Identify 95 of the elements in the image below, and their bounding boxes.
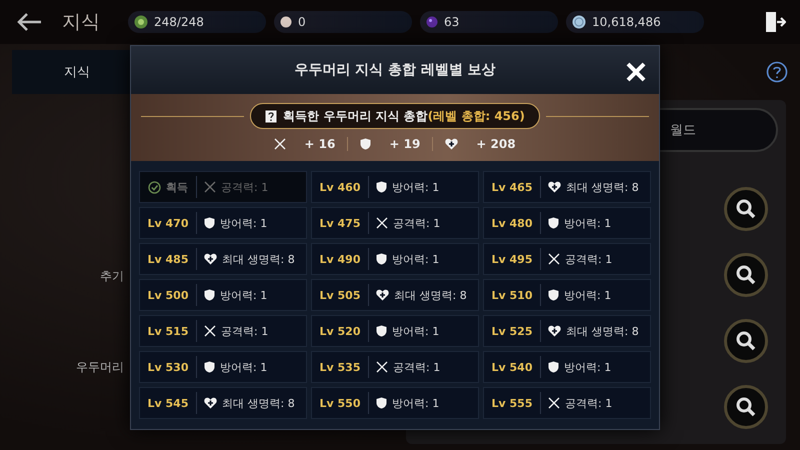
level-label: Lv 520 [320, 324, 360, 338]
stat-text: 방어력: 1 [564, 360, 612, 374]
shield-icon [548, 217, 559, 229]
currency-value: 10,618,486 [592, 15, 661, 29]
level-label: Lv 505 [320, 288, 360, 302]
stat-text: 공격력: 1 [565, 396, 612, 410]
stat-text: 최대 생명력: 8 [222, 252, 295, 266]
stat-text: 최대 생명력: 8 [394, 288, 467, 302]
level-label: Lv 545 [148, 396, 188, 410]
shield-icon [376, 325, 387, 337]
shield-icon [360, 138, 372, 150]
currency-value: 248/248 [154, 15, 204, 29]
level-label: Lv 495 [492, 252, 532, 266]
level-label: Lv 470 [148, 216, 188, 230]
stat-text: 방어력: 1 [564, 216, 612, 230]
stat-text: 공격력: 1 [221, 180, 268, 194]
shield-icon [376, 181, 387, 193]
level-label: Lv 480 [492, 216, 532, 230]
stat-text: 방어력: 1 [220, 216, 268, 230]
stat-text: 방어력: 1 [220, 360, 268, 374]
heart-plus-icon [376, 289, 389, 301]
stat-text: 방어력: 1 [392, 252, 440, 266]
summary-text: 획득한 우두머리 지식 총합(레벨 총합: 456) [283, 108, 525, 125]
crossed-swords-icon [376, 217, 388, 229]
help-icon[interactable] [766, 61, 788, 83]
back-arrow-icon[interactable] [16, 12, 42, 32]
level-label: Lv 490 [320, 252, 360, 266]
stat-text: 공격력: 1 [393, 216, 440, 230]
level-label: Lv 540 [492, 360, 532, 374]
stat-text: 방어력: 1 [392, 180, 440, 194]
stat-text: 최대 생명력: 8 [566, 180, 639, 194]
level-label: Lv 535 [320, 360, 360, 374]
coin-icon [572, 15, 586, 29]
search-icon [735, 330, 757, 352]
heart-plus-icon [548, 181, 561, 193]
check-icon [148, 180, 161, 194]
page-title: 지식 [62, 10, 101, 35]
heart-plus-icon [204, 397, 217, 409]
heart-plus-icon [548, 325, 561, 337]
search-button[interactable] [724, 187, 768, 231]
search-icon [735, 396, 757, 418]
currency-value: 0 [298, 15, 306, 29]
level-label: Lv 475 [320, 216, 360, 230]
pearl-icon [280, 16, 292, 28]
exit-door-icon[interactable] [764, 11, 786, 33]
heart-plus-icon [445, 138, 458, 150]
orb-icon [426, 16, 438, 28]
level-label: Lv 525 [492, 324, 532, 338]
stat-text: 최대 생명력: 8 [222, 396, 295, 410]
crossed-swords-icon [274, 138, 286, 150]
crossed-swords-icon [548, 253, 560, 265]
stat-text: 최대 생명력: 8 [566, 324, 639, 338]
shield-icon [376, 253, 387, 265]
currency-value: 63 [444, 15, 460, 29]
stat-text: 방어력: 1 [220, 288, 268, 302]
level-label: Lv 465 [492, 180, 532, 194]
shield-icon [204, 217, 215, 229]
level-label: Lv 485 [148, 252, 188, 266]
level-label: Lv 555 [492, 396, 532, 410]
stat-text: 방어력: 1 [564, 288, 612, 302]
stat-text: 공격력: 1 [221, 324, 268, 338]
stat-text: 방어력: 1 [392, 396, 440, 410]
stat-text: 방어력: 1 [392, 324, 440, 338]
search-button[interactable] [724, 319, 768, 363]
heart-plus-icon [204, 253, 217, 265]
search-button[interactable] [724, 385, 768, 429]
level-label: Lv 500 [148, 288, 188, 302]
level-label: Lv 510 [492, 288, 532, 302]
stat-text: 공격력: 1 [565, 252, 612, 266]
shield-icon [548, 289, 559, 301]
shield-icon [204, 361, 215, 373]
category-label: 추기 [100, 268, 124, 285]
dialog-title: 우두머리 지식 총합 레벨별 보상 [294, 60, 496, 79]
level-label: Lv 530 [148, 360, 188, 374]
crossed-swords-icon [204, 181, 216, 193]
search-icon [735, 198, 757, 220]
level-label: Lv 550 [320, 396, 360, 410]
category-label: 우두머리 [76, 359, 124, 376]
level-label: 획득 [166, 180, 188, 194]
shield-icon [548, 361, 559, 373]
search-button[interactable] [724, 253, 768, 297]
book-icon [265, 110, 278, 123]
shield-icon [204, 289, 215, 301]
shield-icon [376, 397, 387, 409]
level-label: Lv 460 [320, 180, 360, 194]
gem-icon [134, 15, 148, 29]
crossed-swords-icon [204, 325, 216, 337]
search-icon [735, 264, 757, 286]
stat-text: 공격력: 1 [393, 360, 440, 374]
crossed-swords-icon [376, 361, 388, 373]
level-label: Lv 515 [148, 324, 188, 338]
crossed-swords-icon [548, 397, 560, 409]
bonus-value: + 19 [389, 137, 420, 152]
bonus-value: + 16 [304, 137, 336, 152]
bonus-value: + 208 [476, 137, 516, 152]
